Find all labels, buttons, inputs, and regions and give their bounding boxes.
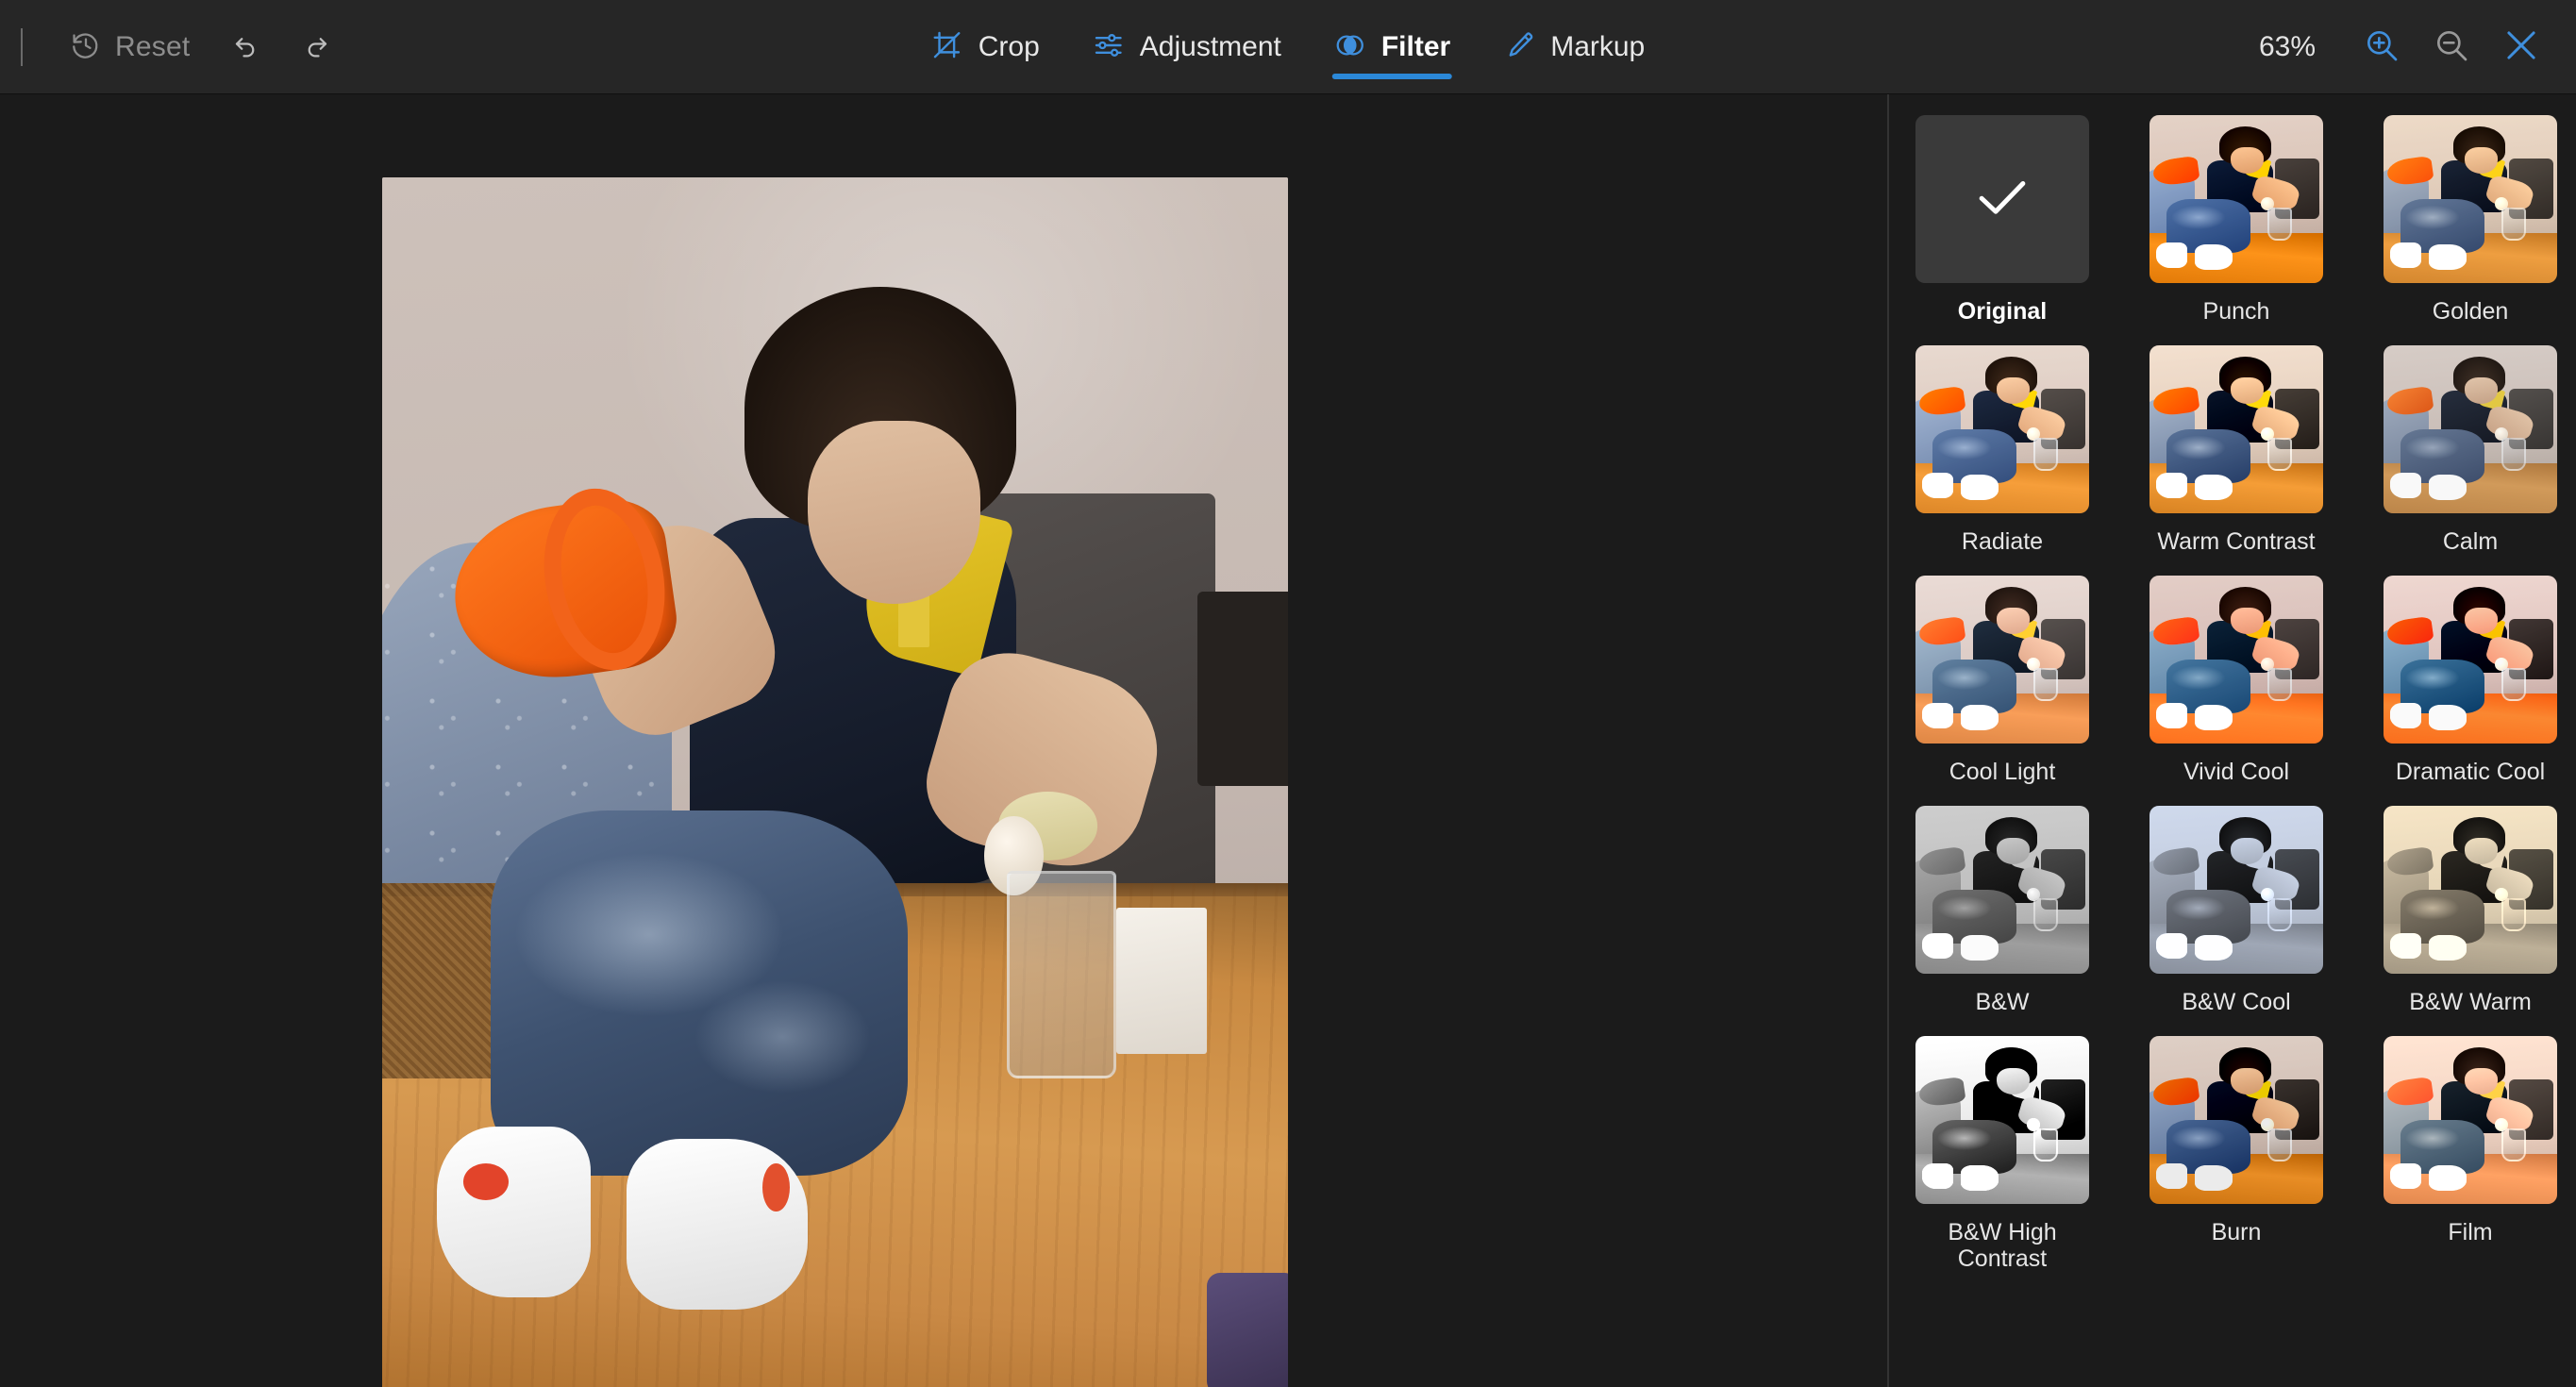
reset-button[interactable]: Reset [57,20,203,75]
filter-item-golden[interactable]: Golden [2384,94,2557,325]
filter-label: B&W Warm [2409,989,2532,1015]
photo-shoe-charm [463,1162,510,1200]
tab-markup[interactable]: Markup [1477,0,1671,94]
zoom-out-button[interactable] [2421,17,2482,77]
filter-item-radiate[interactable]: Radiate [1915,325,2089,555]
zoom-in-button[interactable] [2351,17,2412,77]
filter-thumbnail-vivid-cool[interactable] [2149,576,2323,744]
filter-label: Radiate [1961,528,2044,555]
tab-filter-label: Filter [1380,31,1451,62]
filter-thumbnail-burn[interactable] [2149,1036,2323,1204]
filter-thumbnail-radiate[interactable] [1915,345,2089,513]
filter-thumbnail-bw-warm[interactable] [2384,806,2557,974]
filter-label: B&W [1975,989,2030,1015]
zoom-in-icon [2363,26,2400,69]
photo-face [808,421,980,604]
tab-filter[interactable]: Filter [1308,0,1477,94]
zoom-out-icon [2433,26,2470,69]
filter-label: Vivid Cool [2183,759,2290,785]
filter-thumbnail-punch[interactable] [2149,115,2323,283]
tab-crop[interactable]: Crop [905,0,1066,94]
top-toolbar: Reset Crop Adjustment Filter Markup 63% [0,0,2576,94]
tab-adjustment[interactable]: Adjustment [1066,0,1308,94]
toolbar-left-group: Reset [0,0,346,94]
photo-glass-jar [1007,871,1116,1078]
filter-item-original[interactable]: Original [1915,94,2089,325]
sliders-icon [1093,29,1125,66]
filter-item-calm[interactable]: Calm [2384,325,2557,555]
filter-label: Calm [2442,528,2499,555]
filter-thumbnail-film[interactable] [2384,1036,2557,1204]
close-button[interactable] [2491,17,2551,77]
photo-shoe-left [436,1127,591,1297]
photo-chair-side [1197,591,1288,786]
filter-thumbnail-dramatic-cool[interactable] [2384,576,2557,744]
photo-shoe-charm-2 [762,1162,790,1212]
filter-label: Golden [2432,298,2509,325]
filter-label: Punch [2202,298,2270,325]
filter-item-bw-warm[interactable]: B&W Warm [2384,785,2557,1015]
filter-item-bw[interactable]: B&W [1915,785,2089,1015]
tab-adjustment-label: Adjustment [1139,31,1281,62]
filter-item-bw-cool[interactable]: B&W Cool [2149,785,2323,1015]
filter-item-burn[interactable]: Burn [2149,1015,2323,1272]
filter-thumbnail-cool-light[interactable] [1915,576,2089,744]
redo-icon [300,28,334,67]
filter-item-film[interactable]: Film [2384,1015,2557,1272]
filter-label: Dramatic Cool [2395,759,2546,785]
photo-napkin [1115,908,1207,1054]
edited-photo[interactable] [382,177,1288,1387]
filter-panel[interactable]: Original Punch Golden Radiate Warm Contr… [1889,94,2576,1387]
filter-circles-icon [1334,29,1366,66]
photo-jeans [491,810,908,1176]
filter-thumbnail-calm[interactable] [2384,345,2557,513]
filter-item-warm-contrast[interactable]: Warm Contrast [2149,325,2323,555]
filter-label: Film [2448,1219,2493,1245]
undo-button[interactable] [216,18,275,76]
filter-label: Cool Light [1949,759,2056,785]
filter-thumbnail-golden[interactable] [2384,115,2557,283]
toolbar-right-group: 63% [2259,0,2576,94]
photo-phone [1206,1273,1288,1387]
reset-label: Reset [115,31,191,62]
zoom-level-label: 63% [2258,31,2316,62]
photo-jeans-fade [491,810,908,1176]
filter-label: B&W Cool [2182,989,2291,1015]
close-icon [2501,25,2541,70]
toolbar-tabs: Crop Adjustment Filter Markup [905,0,1672,94]
filter-item-vivid-cool[interactable]: Vivid Cool [2149,555,2323,785]
image-canvas[interactable] [0,94,1887,1387]
filter-item-cool-light[interactable]: Cool Light [1915,555,2089,785]
tab-markup-label: Markup [1550,31,1646,62]
redo-button[interactable] [288,18,346,76]
tab-filter-underline [1331,74,1453,79]
filter-thumbnail-bw-high-contrast[interactable] [1915,1036,2089,1204]
crop-icon [931,29,963,66]
filter-label: Warm Contrast [2157,528,2316,555]
filter-thumbnail-original[interactable] [1915,115,2089,283]
checkmark-icon [1969,164,2035,235]
filter-item-dramatic-cool[interactable]: Dramatic Cool [2384,555,2557,785]
filter-label: Original [1957,298,2048,325]
filter-thumbnail-warm-contrast[interactable] [2149,345,2323,513]
toolbar-separator [21,28,23,66]
filter-item-punch[interactable]: Punch [2149,94,2323,325]
pen-brush-icon [1503,29,1535,66]
filter-thumbnail-bw-cool[interactable] [2149,806,2323,974]
tab-crop-label: Crop [978,31,1040,62]
filter-thumbnail-bw[interactable] [1915,806,2089,974]
filter-label: B&W High Contrast [1948,1219,2057,1272]
filter-grid: Original Punch Golden Radiate Warm Contr… [1915,94,2576,1272]
undo-icon [228,28,262,67]
filter-item-bw-high-contrast[interactable]: B&W High Contrast [1915,1015,2089,1272]
history-reset-icon [70,29,102,66]
filter-label: Burn [2211,1219,2262,1245]
